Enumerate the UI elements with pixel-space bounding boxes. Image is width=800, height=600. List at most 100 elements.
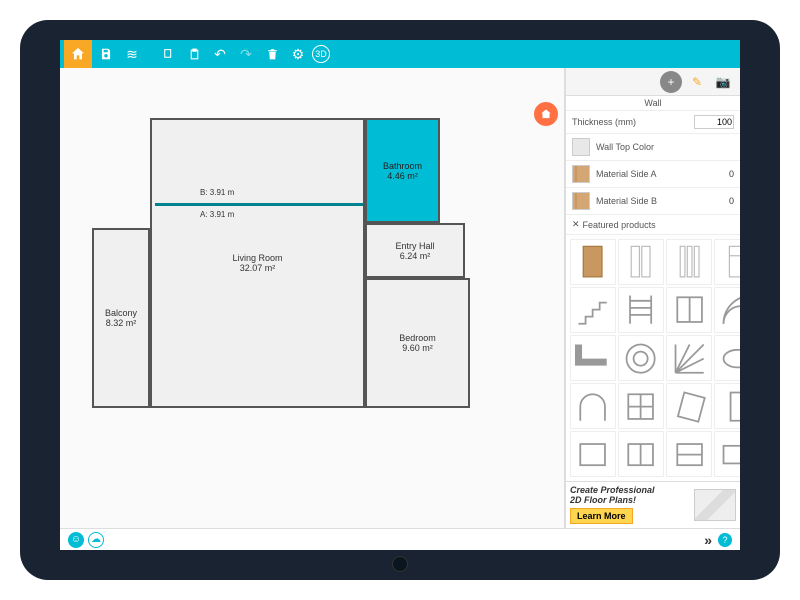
settings-button[interactable]: ⚙ <box>286 42 310 66</box>
main-area: Living Room 32.07 m² Bathroom 4.46 m² En… <box>60 68 740 528</box>
room-balcony[interactable]: Balcony 8.32 m² <box>92 228 150 408</box>
product-stairs-curved[interactable] <box>714 287 740 333</box>
product-stairs-l[interactable] <box>570 287 616 333</box>
stairs-u-icon <box>672 292 707 327</box>
undo-button[interactable]: ↶ <box>208 42 232 66</box>
featured-header[interactable]: ✕ Featured products <box>566 215 740 235</box>
room-area: 6.24 m² <box>400 251 431 261</box>
wall-top-color-label: Wall Top Color <box>596 142 654 152</box>
product-spiral-stairs[interactable] <box>618 335 664 381</box>
product-window-round[interactable] <box>714 335 740 381</box>
room-area: 4.46 m² <box>387 171 418 181</box>
stairs-curved-icon <box>720 292 740 327</box>
product-window-d[interactable] <box>714 431 740 477</box>
cloud-icon[interactable]: ☁ <box>88 532 104 548</box>
wall-top-color-row[interactable]: Wall Top Color <box>566 134 740 161</box>
material-b-value: 0 <box>729 196 734 206</box>
window-tall-icon <box>720 389 740 424</box>
room-living-room[interactable]: Living Room 32.07 m² <box>150 118 365 408</box>
product-window-tall[interactable] <box>714 383 740 429</box>
paste-icon <box>188 48 201 61</box>
home-icon <box>70 46 86 62</box>
floorplan-canvas[interactable]: Living Room 32.07 m² Bathroom 4.46 m² En… <box>60 68 565 528</box>
window-d-icon <box>720 437 740 472</box>
product-window-a[interactable] <box>570 431 616 477</box>
draw-tab-button[interactable]: ✎ <box>686 71 708 93</box>
add-tab-button[interactable]: + <box>660 71 682 93</box>
product-stairs-u[interactable] <box>666 287 712 333</box>
product-window-arch[interactable] <box>570 383 616 429</box>
product-door[interactable] <box>570 239 616 285</box>
material-b-label: Material Side B <box>596 196 657 206</box>
fan-icon <box>672 341 707 376</box>
product-window-c[interactable] <box>666 431 712 477</box>
room-entry-hall[interactable]: Entry Hall 6.24 m² <box>365 223 465 278</box>
view3d-button[interactable]: 3D <box>312 45 330 63</box>
room-bathroom[interactable]: Bathroom 4.46 m² <box>365 118 440 223</box>
color-swatch <box>572 138 590 156</box>
dimension-b: B: 3.91 m <box>200 188 234 197</box>
bottom-bar: ☺ ☁ » ? <box>60 528 740 550</box>
product-glass-door[interactable] <box>714 239 740 285</box>
product-folding-door[interactable] <box>666 239 712 285</box>
user-icon[interactable]: ☺ <box>68 532 84 548</box>
trash-icon <box>266 48 279 61</box>
floorplan: Living Room 32.07 m² Bathroom 4.46 m² En… <box>60 68 564 528</box>
product-double-door[interactable] <box>618 239 664 285</box>
orbit-3d-button[interactable] <box>534 102 558 126</box>
stairs-straight-icon <box>623 292 658 327</box>
photo-tab-button[interactable]: 📷 <box>712 71 734 93</box>
window-sq-icon <box>623 389 658 424</box>
room-label: Living Room <box>232 253 282 263</box>
glass-door-icon <box>720 244 740 279</box>
thickness-row: Thickness (mm) <box>566 111 740 134</box>
tablet-frame: ≋ ↶ ↷ ⚙ 3D Living Room 32.07 m² <box>20 20 780 580</box>
redo-button[interactable]: ↷ <box>234 42 258 66</box>
home-button[interactable] <box>64 40 92 68</box>
product-fan-stairs[interactable] <box>666 335 712 381</box>
material-a-row[interactable]: Material Side A 0 <box>566 161 740 188</box>
expand-button[interactable]: » <box>704 532 712 548</box>
main-toolbar: ≋ ↶ ↷ ⚙ 3D <box>60 40 740 68</box>
paste-button[interactable] <box>182 42 206 66</box>
properties-sidebar: + ✎ 📷 Wall Thickness (mm) Wall Top Color… <box>565 68 740 528</box>
product-stairs-straight[interactable] <box>618 287 664 333</box>
room-label: Entry Hall <box>395 241 434 251</box>
close-icon: ✕ <box>572 219 580 230</box>
tablet-home-button <box>392 556 408 572</box>
window-b-icon <box>623 437 658 472</box>
room-area: 8.32 m² <box>106 318 137 328</box>
material-swatch <box>572 165 590 183</box>
thickness-input[interactable] <box>694 115 734 129</box>
copy-button[interactable] <box>156 42 180 66</box>
product-window-sq[interactable] <box>618 383 664 429</box>
material-swatch <box>572 192 590 210</box>
room-label: Bedroom <box>399 333 436 343</box>
save-button[interactable] <box>94 42 118 66</box>
house-icon <box>539 107 553 121</box>
help-button[interactable]: ? <box>718 533 732 547</box>
product-grid <box>566 235 740 481</box>
product-window-b[interactable] <box>618 431 664 477</box>
sidebar-tabs: + ✎ 📷 <box>566 68 740 96</box>
window-c-icon <box>672 437 707 472</box>
promo-thumbnail <box>694 489 736 521</box>
layers-button[interactable]: ≋ <box>120 42 144 66</box>
app-screen: ≋ ↶ ↷ ⚙ 3D Living Room 32.07 m² <box>60 40 740 550</box>
dimension-a: A: 3.91 m <box>200 210 234 219</box>
featured-label: Featured products <box>583 220 656 230</box>
save-icon <box>99 47 113 61</box>
learn-more-button[interactable]: Learn More <box>570 508 633 524</box>
spiral-icon <box>623 341 658 376</box>
room-bedroom[interactable]: Bedroom 9.60 m² <box>365 278 470 408</box>
material-b-row[interactable]: Material Side B 0 <box>566 188 740 215</box>
promo-line2: 2D Floor Plans! <box>570 496 690 506</box>
double-door-icon <box>623 244 658 279</box>
product-stairs-l2[interactable] <box>570 335 616 381</box>
delete-button[interactable] <box>260 42 284 66</box>
product-window-tilt[interactable] <box>666 383 712 429</box>
stairs-icon <box>575 292 610 327</box>
copy-icon <box>162 48 175 61</box>
selected-wall[interactable] <box>155 203 363 206</box>
sidebar-tab-label: Wall <box>566 96 740 111</box>
